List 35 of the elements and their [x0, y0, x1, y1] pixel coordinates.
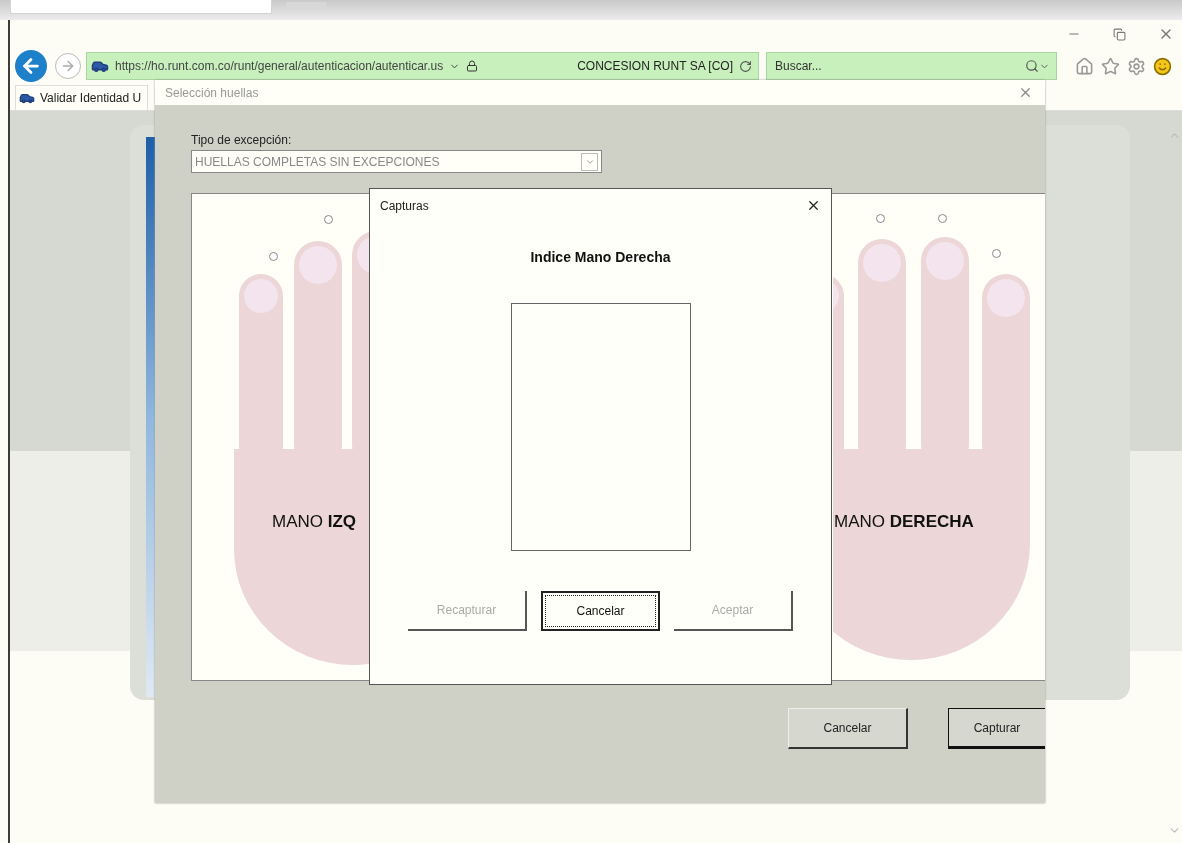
dialog-title: Capturas [380, 198, 429, 213]
strip-tab[interactable] [10, 0, 272, 14]
dialog-title: Selección huellas [165, 85, 259, 100]
exception-dropdown[interactable]: HUELLAS COMPLETAS SIN EXCEPCIONES [191, 150, 602, 173]
tab-label: Validar Identidad U [40, 90, 142, 105]
url-text: https://ho.runt.com.co/runt/general/autenticacion/autenticar.us [115, 59, 444, 73]
search-icon[interactable] [1025, 59, 1039, 73]
smiley-icon[interactable] [1153, 56, 1172, 76]
finger-radio[interactable] [269, 252, 278, 261]
dialog-button[interactable]: Cancelar [788, 708, 908, 749]
forward-button[interactable] [55, 53, 81, 79]
hand-label: MANO DERECHA [834, 512, 974, 532]
dialog-button[interactable]: Cancelar [541, 591, 660, 631]
finger-radio[interactable] [876, 214, 885, 223]
search-field[interactable]: Buscar... [773, 58, 1025, 74]
home-icon[interactable] [1075, 56, 1094, 76]
search-bar[interactable]: Buscar... [766, 52, 1057, 80]
capture-heading: Indice Mano Derecha [530, 249, 671, 265]
browser-tab[interactable]: Validar Identidad U [15, 84, 149, 110]
finger-radio[interactable] [938, 214, 947, 223]
close-icon[interactable] [806, 198, 821, 213]
hand-label: MANO IZQ [272, 512, 357, 532]
settings-icon[interactable] [1127, 56, 1146, 76]
finger-radio[interactable] [324, 215, 333, 224]
forward-arrow-icon [60, 58, 76, 74]
address-bar[interactable]: https://ho.runt.com.co/runt/general/autenticacion/autenticar.us CONCESION RUNT SA [CO] [86, 52, 759, 80]
back-button[interactable] [13, 48, 49, 84]
restore-icon[interactable] [1113, 27, 1126, 41]
field-label: Tipo de excepción: [191, 133, 292, 147]
refresh-icon[interactable] [739, 59, 752, 73]
dialog-button[interactable]: Capturar [948, 708, 1045, 749]
certificate-text[interactable]: CONCESION RUNT SA [CO] [577, 59, 733, 73]
finger-radio[interactable] [992, 249, 1001, 258]
star-icon[interactable] [1101, 56, 1120, 76]
lock-icon [466, 60, 479, 72]
